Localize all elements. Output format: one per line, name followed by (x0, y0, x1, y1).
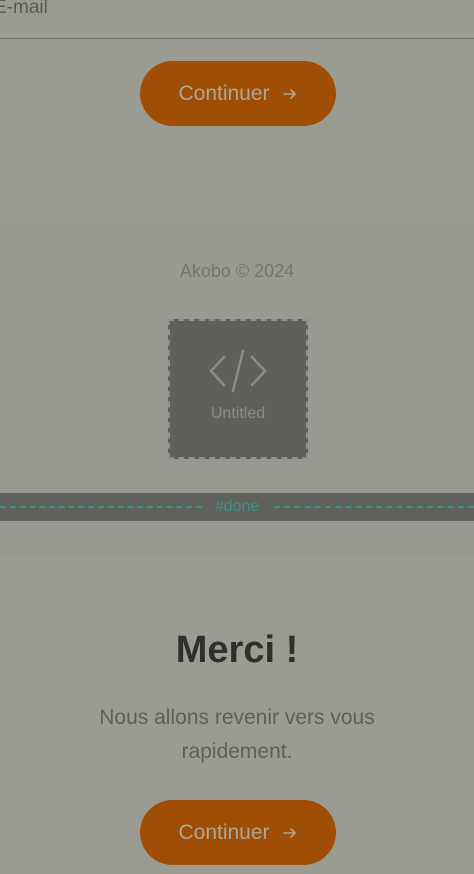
continue-button-label: Continuer (178, 81, 270, 105)
continue-button-thanks[interactable]: Continuer (140, 800, 336, 865)
thanks-message: Nous allons revenir vers vous rapidement… (99, 706, 375, 763)
email-form-section: E-mail Continuer (0, 0, 474, 222)
anchor-label: #done (214, 498, 260, 515)
section-anchor-bar[interactable]: #done (0, 493, 474, 521)
copyright-text: Akobo © 2024 (179, 261, 295, 281)
continue-button[interactable]: Continuer (140, 61, 336, 126)
code-embed-block[interactable]: Untitled (168, 319, 308, 459)
embed-title: Untitled (210, 405, 266, 422)
email-field-underline[interactable] (0, 38, 474, 39)
arrow-right-icon (282, 827, 296, 838)
code-icon (209, 349, 267, 393)
footer-section: Akobo © 2024 Untitled #done (0, 222, 474, 555)
thanks-title: Merci ! (175, 629, 299, 671)
arrow-right-icon (282, 88, 296, 99)
email-field-label: E-mail (0, 0, 48, 18)
continue-button-label: Continuer (178, 820, 270, 844)
